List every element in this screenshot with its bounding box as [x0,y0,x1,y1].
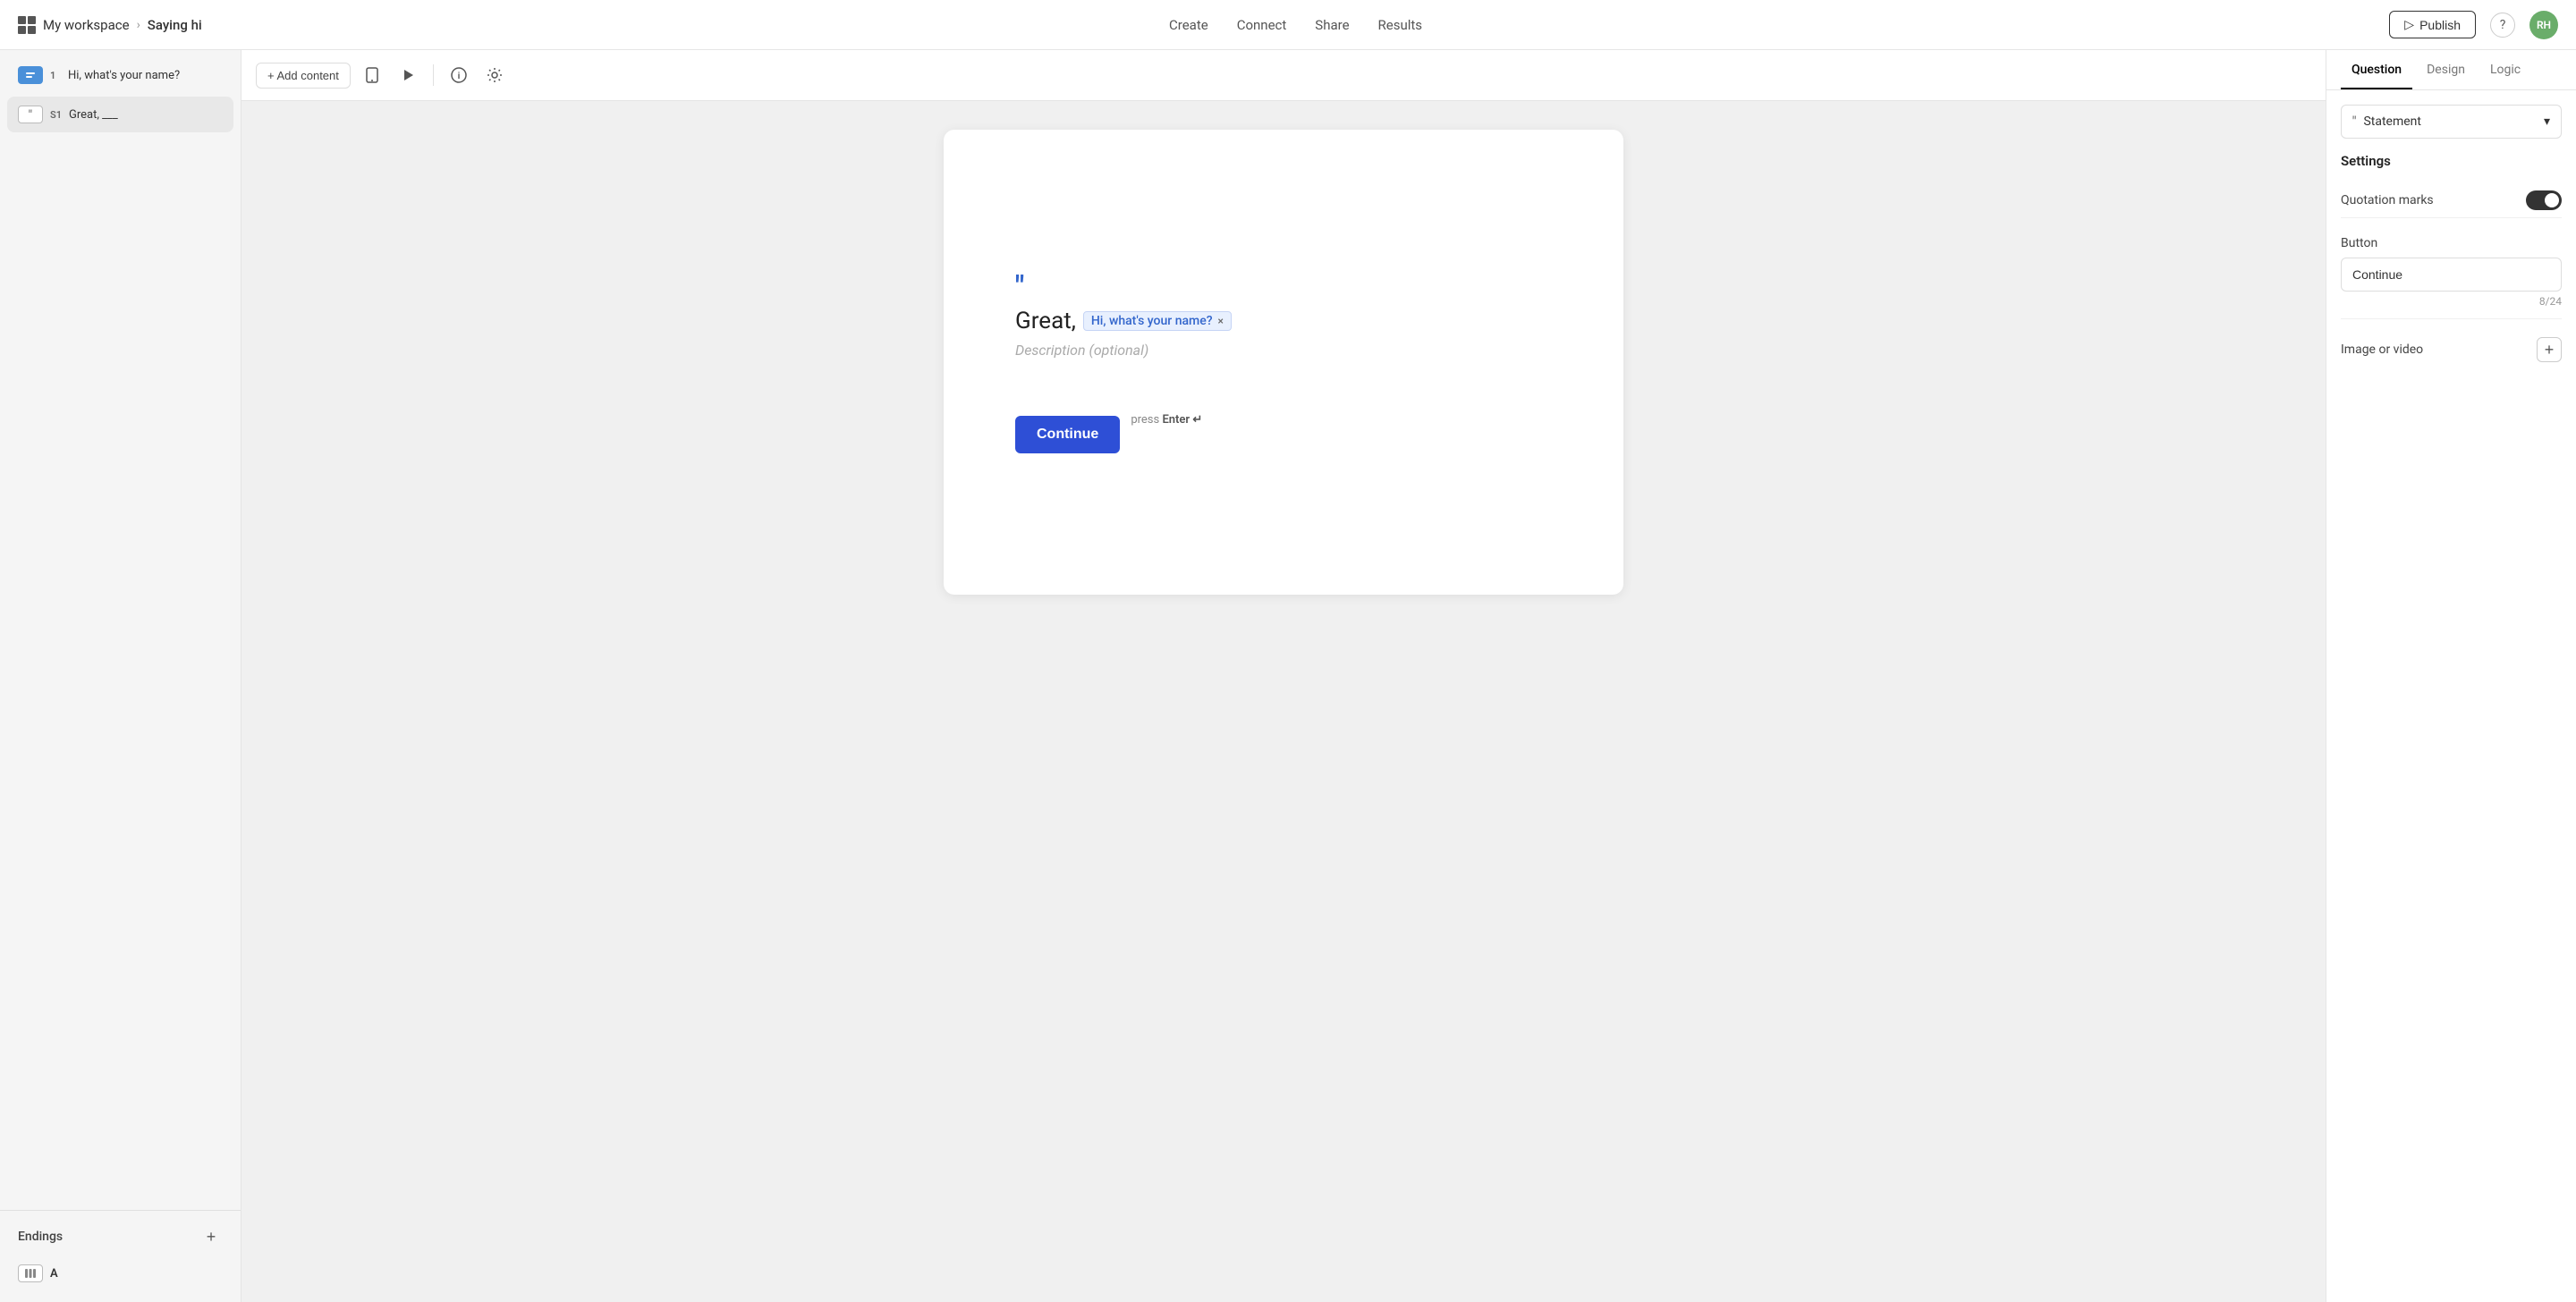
help-icon[interactable]: ? [2490,13,2515,38]
nav-left: My workspace › Saying hi [18,16,202,34]
statement-type-icon: " [18,106,43,123]
main-layout: 1 Hi, what's your name? " S1 Great, ___ … [0,50,2576,1302]
nav-center-tabs: Create Connect Share Results [1169,13,1422,37]
page-title: Saying hi [148,17,202,33]
type-dropdown[interactable]: " Statement ▾ [2341,105,2562,139]
sidebar-item-q1[interactable]: 1 Hi, what's your name? [7,57,233,93]
sidebar-item-s1[interactable]: " S1 Great, ___ [7,97,233,132]
tab-results[interactable]: Results [1378,13,1423,37]
workspace-grid-icon [18,16,36,34]
add-ending-button[interactable]: + [199,1225,223,1248]
quote-decoration: " [1015,272,1552,300]
quotation-marks-label: Quotation marks [2341,193,2434,207]
settings-section: Settings Quotation marks [2341,153,2562,218]
question-label: Hi, what's your name? [68,69,223,82]
canvas-toolbar: + Add content i [242,50,2326,101]
panel-tabs: Question Design Logic [2326,50,2576,90]
statement-number: S1 [50,109,62,121]
publish-button[interactable]: ▷ Publish [2389,11,2476,38]
canvas-card: " Great, Hi, what's your name? × Descrip… [944,130,1623,595]
quotation-marks-toggle[interactable] [2526,190,2562,210]
panel-body: " Statement ▾ Settings Quotation marks B… [2326,90,2576,384]
play-icon: ▷ [2404,17,2414,32]
info-button[interactable]: i [445,61,473,89]
image-video-row: Image or video + [2341,330,2562,369]
chip-close-button[interactable]: × [1218,315,1224,327]
add-image-video-button[interactable]: + [2537,337,2562,362]
statement-label: Great, ___ [69,108,223,122]
sidebar-endings: Endings + A [0,1210,241,1302]
right-panel: Question Design Logic " Statement ▾ Sett… [2326,50,2576,1302]
statement-text-line: Great, Hi, what's your name? × [1015,308,1552,334]
canvas-scroll[interactable]: " Great, Hi, what's your name? × Descrip… [242,101,2326,1302]
char-count: 8/24 [2341,295,2562,308]
button-section-label: Button [2341,236,2562,250]
avatar[interactable]: RH [2529,11,2558,39]
endings-title: Endings [18,1230,63,1244]
quotation-marks-row: Quotation marks [2341,183,2562,218]
endings-header: Endings + [7,1222,233,1256]
panel-tab-design[interactable]: Design [2416,50,2476,89]
button-label-input[interactable] [2341,258,2562,292]
dropdown-quote-icon: " [2352,114,2356,129]
question-number: 1 [50,70,61,81]
ending-item-a[interactable]: A [7,1256,233,1291]
image-video-label: Image or video [2341,342,2423,357]
ending-icon [18,1264,43,1282]
press-enter-hint: press Enter ↵ [1131,413,1202,427]
canvas-content: " Great, Hi, what's your name? × Descrip… [1015,183,1552,541]
toolbar-divider [433,64,434,86]
nav-right: ▷ Publish ? RH [2389,11,2558,39]
continue-button[interactable]: Continue [1015,416,1120,453]
settings-button[interactable] [480,61,509,89]
workspace-link[interactable]: My workspace [43,17,130,33]
play-preview-button[interactable] [394,61,422,89]
ending-label: A [50,1267,58,1281]
canvas-area: + Add content i [242,50,2326,1302]
variable-chip[interactable]: Hi, what's your name? × [1083,311,1232,331]
breadcrumb-separator: › [137,18,140,32]
tab-create[interactable]: Create [1169,13,1208,37]
mobile-preview-button[interactable] [358,61,386,89]
question-type-icon [18,66,43,84]
top-nav: My workspace › Saying hi Create Connect … [0,0,2576,50]
tab-share[interactable]: Share [1315,13,1349,37]
description-input[interactable]: Description (optional) [1015,342,1552,359]
settings-title: Settings [2341,153,2562,169]
button-section: Button 8/24 [2341,236,2562,308]
sidebar: 1 Hi, what's your name? " S1 Great, ___ … [0,50,242,1302]
chevron-down-icon: ▾ [2544,114,2550,129]
publish-label: Publish [2419,18,2461,32]
panel-tab-logic[interactable]: Logic [2479,50,2531,89]
sidebar-questions: 1 Hi, what's your name? " S1 Great, ___ [0,50,241,1210]
panel-tab-question[interactable]: Question [2341,50,2412,89]
add-content-button[interactable]: + Add content [256,63,351,89]
tab-connect[interactable]: Connect [1237,13,1287,37]
panel-divider [2341,318,2562,319]
type-dropdown-row: " Statement ▾ [2341,105,2562,139]
svg-text:i: i [457,72,460,81]
